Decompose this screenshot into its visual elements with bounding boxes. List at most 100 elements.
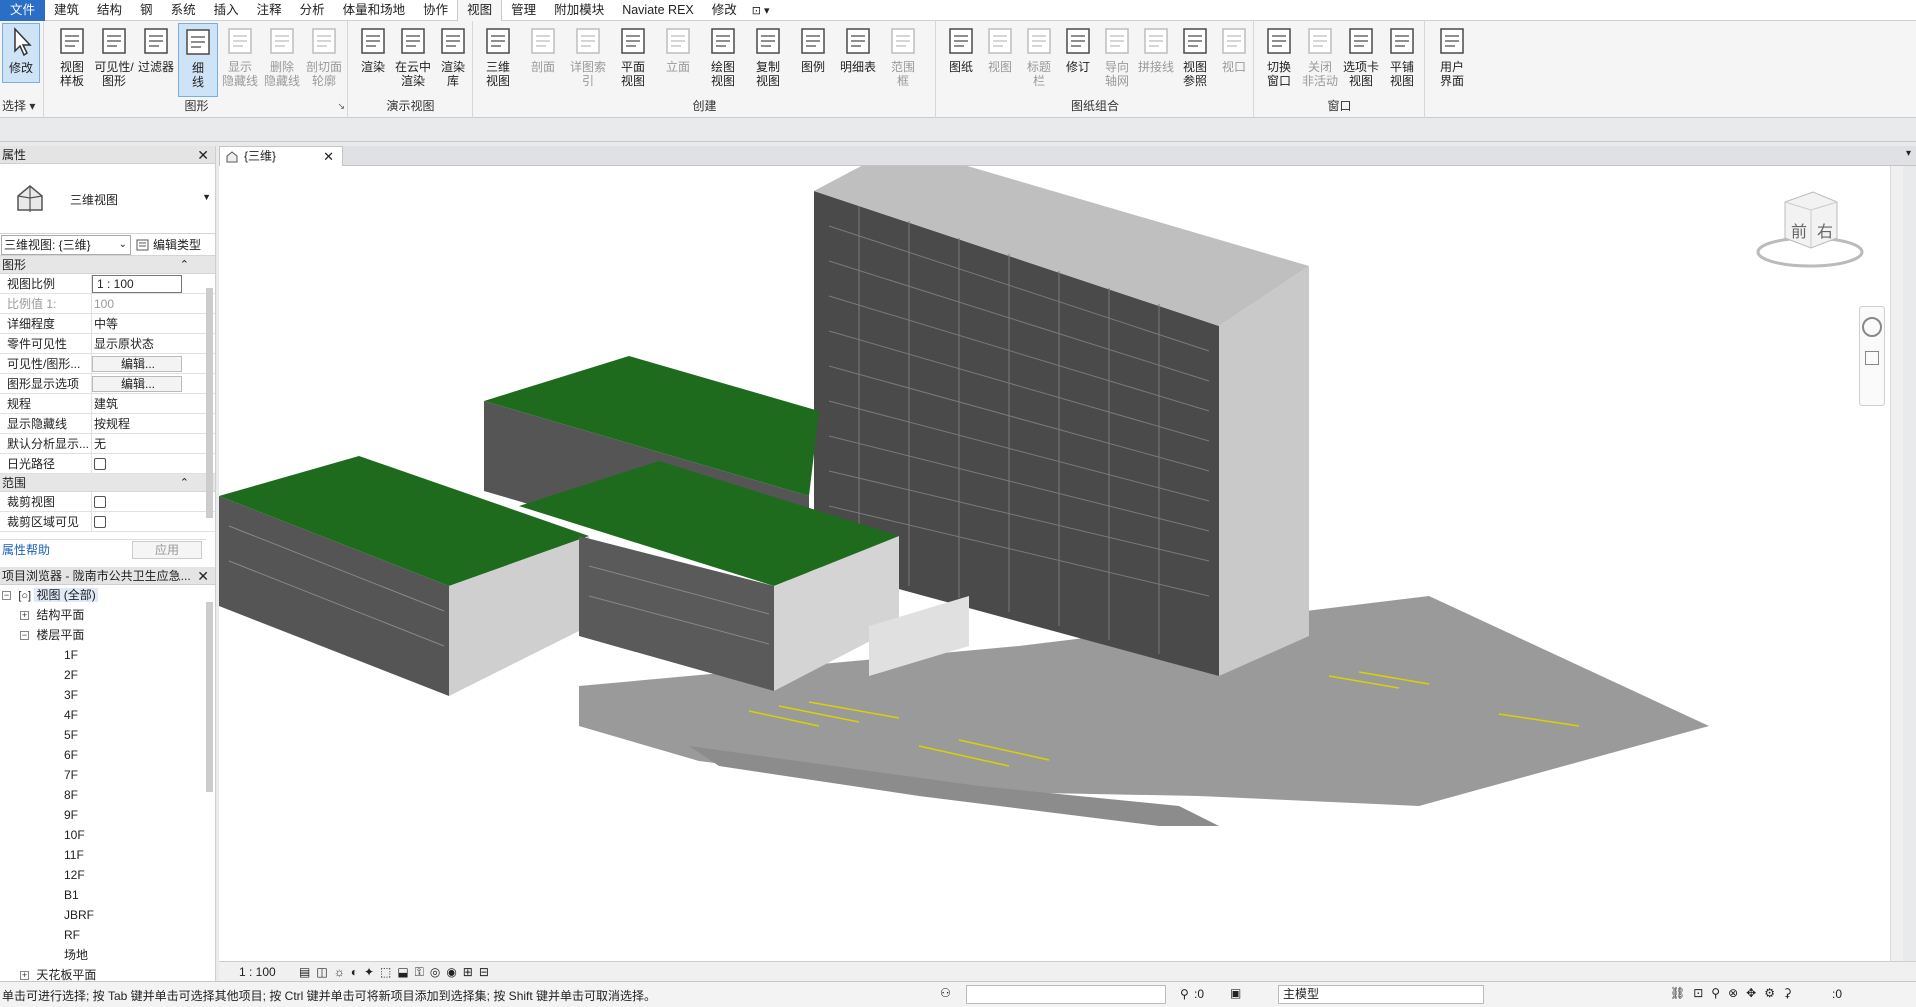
properties-scrollbar[interactable] [206,288,213,518]
menu-tab-1[interactable]: 建筑 [45,0,88,21]
properties-help-link[interactable]: 属性帮助 [0,541,50,558]
menu-tab-10[interactable]: 视图 [457,0,503,21]
g-graphics-button-2[interactable]: 过滤器 [136,23,176,97]
property-row[interactable]: 视图比例 1 : 100 [0,274,215,294]
apply-button[interactable]: 应用 [132,540,202,559]
menu-tab-14[interactable]: 修改 [703,0,746,21]
menu-tab-6[interactable]: 注释 [248,0,291,21]
zoom-icon[interactable] [1865,351,1879,365]
g-sheet-button-1[interactable]: 视图 [980,23,1020,97]
tree-node-level[interactable]: 1F [0,645,215,665]
lock-view-icon[interactable]: ⚿ [415,965,424,980]
filter-icon[interactable]: ⚳ [1783,986,1792,1000]
g-create-button-3[interactable]: 平面 视图 [613,23,653,97]
modify-button[interactable]: 修改 [2,23,40,83]
tree-node-level[interactable]: RF [0,925,215,945]
menu-tab-4[interactable]: 系统 [162,0,205,21]
shadows-icon[interactable]: ◐ [351,965,358,980]
tree-node-level[interactable]: 8F [0,785,215,805]
g-present-button-2[interactable]: 渲染 库 [433,23,473,97]
g-create-button-8[interactable]: 明细表 [838,23,878,97]
temp-hide-icon[interactable]: ◎ [430,965,440,980]
close-icon[interactable]: ✕ [197,567,209,585]
g-window-button-0[interactable]: 切换 窗口 [1259,23,1299,97]
g-create-button-0[interactable]: 三维 视图 [478,23,518,97]
tree-node-level[interactable]: 6F [0,745,215,765]
expand-icon[interactable]: + [20,611,29,621]
tree-node-level[interactable]: 3F [0,685,215,705]
g-graphics-button-6[interactable]: 剖切面 轮廓 [304,23,344,97]
property-row[interactable]: 比例值 1: 100 [0,294,215,314]
select-pinned-icon[interactable]: ⚲ [1711,986,1720,1000]
g-graphics-button-5[interactable]: 删除 隐藏线 [262,23,302,97]
g-graphics-button-3[interactable]: 细 线 [178,23,218,97]
g-ui-button-0[interactable]: 用户 界面 [1432,23,1472,97]
menu-tab-5[interactable]: 插入 [205,0,248,21]
g-sheet-button-5[interactable]: 拼接线 [1136,23,1176,97]
property-row[interactable]: 规程 建筑 [0,394,215,414]
tree-node-level[interactable]: 9F [0,805,215,825]
collapse-icon[interactable]: ⌃ [180,256,189,274]
checkbox[interactable] [94,496,106,508]
g-create-button-4[interactable]: 立面 [658,23,698,97]
checkbox[interactable] [94,516,106,528]
design-options-icon[interactable]: ▣ [1230,986,1241,1000]
g-window-button-3[interactable]: 平铺 视图 [1382,23,1422,97]
dialog-launcher-icon[interactable]: ↘ [337,101,345,112]
category-extents[interactable]: 范围 ⌃ [0,474,215,492]
tree-node-level[interactable]: 10F [0,825,215,845]
expand-icon[interactable]: + [20,971,29,981]
tree-node-level[interactable]: 12F [0,865,215,885]
g-sheet-button-4[interactable]: 导向 轴网 [1097,23,1137,97]
property-row[interactable]: 图形显示选项 编辑... [0,374,215,394]
quick-access-icon[interactable]: ⊡ ▾ [752,4,770,17]
tree-node-floor-plans[interactable]: − 楼层平面 [0,625,215,645]
g-sheet-button-3[interactable]: 修订 [1058,23,1098,97]
tree-node-level[interactable]: 11F [0,845,215,865]
property-value[interactable]: 编辑... [92,356,182,372]
tree-node-level[interactable]: 5F [0,725,215,745]
category-graphics[interactable]: 图形 ⌃ [0,256,215,274]
g-window-button-1[interactable]: 关闭 非活动 [1300,23,1340,97]
render-icon[interactable]: ✦ [364,965,374,980]
g-sheet-button-7[interactable]: 视口 [1214,23,1254,97]
g-sheet-button-0[interactable]: 图纸 [941,23,981,97]
menu-tab-11[interactable]: 管理 [502,0,545,21]
g-create-button-5[interactable]: 绘图 视图 [703,23,743,97]
viewport-scrollbar[interactable] [1890,166,1903,961]
property-row[interactable]: 裁剪视图 [0,492,215,512]
tree-node-views[interactable]: − [○] 视图 (全部) [0,585,215,605]
tree-node-level[interactable]: 场地 [0,945,215,965]
drag-elements-icon[interactable]: ✥ [1746,986,1756,1000]
g-create-button-9[interactable]: 范围 框 [883,23,923,97]
checkbox[interactable] [94,458,106,470]
tree-node-level[interactable]: JBRF [0,905,215,925]
select-underlay-icon[interactable]: ⊡ [1693,986,1703,1000]
g-create-button-1[interactable]: 剖面 [523,23,563,97]
view-instance-select[interactable]: 三维视图: {三维} ⌄ [1,234,131,255]
collapse-icon[interactable]: − [20,631,29,641]
g-create-button-6[interactable]: 复制 视图 [748,23,788,97]
g-window-button-2[interactable]: 选项卡 视图 [1341,23,1381,97]
g-graphics-button-4[interactable]: 显示 隐藏线 [220,23,260,97]
analysis-icon[interactable]: ⊞ [463,965,473,980]
reveal-hidden-icon[interactable]: ◉ [446,965,456,980]
g-present-button-1[interactable]: 在云中 渲染 [393,23,433,97]
tree-node-level[interactable]: 4F [0,705,215,725]
select-dropdown[interactable]: 选择 ▾ [0,97,43,114]
menu-tab-0[interactable]: 文件 [0,0,46,21]
view-scale[interactable]: 1 : 100 [239,965,276,979]
constraints-icon[interactable]: ⊟ [479,965,489,980]
property-row[interactable]: 零件可见性 显示原状态 [0,334,215,354]
menu-tab-9[interactable]: 协作 [414,0,457,21]
menu-tab-13[interactable]: Naviate REX [613,0,703,21]
property-row[interactable]: 日光路径 [0,454,215,474]
select-links-icon[interactable]: ⛓ [1670,986,1685,1000]
menu-tab-2[interactable]: 结构 [88,0,131,21]
menu-tab-12[interactable]: 附加模块 [545,0,613,21]
menu-tab-7[interactable]: 分析 [291,0,334,21]
property-row[interactable]: 显示隐藏线 按规程 [0,414,215,434]
close-icon[interactable]: ✕ [197,146,209,164]
tab-menu-icon[interactable]: ▾ [1906,148,1911,159]
browser-scrollbar[interactable] [206,602,213,792]
